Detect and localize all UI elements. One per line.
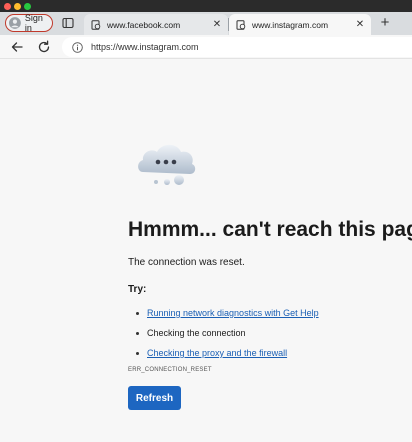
info-icon[interactable] [72,41,83,53]
cloud-icon [138,144,196,185]
proxy-firewall-link[interactable]: Checking the proxy and the firewall [147,348,287,358]
avatar-icon [9,17,21,29]
window-zoom-control[interactable] [24,3,31,10]
reload-button[interactable] [35,38,53,56]
error-code: ERR_CONNECTION_RESET [128,367,212,373]
error-reason: The connection was reset. [128,257,245,268]
tab-title: www.facebook.com [107,19,181,30]
address-bar[interactable]: https://www.instagram.com [62,37,412,57]
bullet [136,351,139,355]
page-favicon-icon [236,19,246,30]
refresh-button[interactable]: Refresh [128,386,181,410]
window-close-control[interactable] [4,3,11,10]
window-minimize-control[interactable] [14,3,21,10]
tab-actions-icon[interactable] [62,17,74,29]
window-titlebar [0,0,412,12]
back-arrow-icon [11,42,23,52]
try-heading: Try: [128,284,147,295]
back-button[interactable] [8,38,26,56]
bullet [136,311,139,315]
tab-instagram[interactable]: www.instagram.com ✕ [229,14,371,35]
list-item: Checking the proxy and the firewall [136,343,319,363]
reload-icon [38,40,50,53]
tab-strip: Sign in www.facebook.com ✕ www.instagram… [0,12,412,35]
address-text[interactable]: https://www.instagram.com [91,42,199,52]
navigation-toolbar: https://www.instagram.com [0,35,412,59]
close-icon[interactable]: ✕ [210,18,224,32]
profile-button[interactable]: Sign in [5,13,53,33]
list-item: Checking the connection [136,323,319,343]
bullet [136,331,139,335]
network-diagnostics-link[interactable]: Running network diagnostics with Get Hel… [147,308,319,318]
close-icon[interactable]: ✕ [353,18,367,32]
tab-title: www.instagram.com [252,19,329,30]
list-item: Running network diagnostics with Get Hel… [136,303,319,323]
tab-facebook[interactable]: www.facebook.com ✕ [84,14,228,35]
plus-icon[interactable]: + [377,15,393,32]
troubleshooting-list: Running network diagnostics with Get Hel… [136,303,319,363]
page-favicon-icon [91,19,101,30]
profile-label: Sign in [24,13,43,33]
check-connection-text: Checking the connection [147,328,246,338]
error-headline: Hmmm... can't reach this page [128,218,412,241]
